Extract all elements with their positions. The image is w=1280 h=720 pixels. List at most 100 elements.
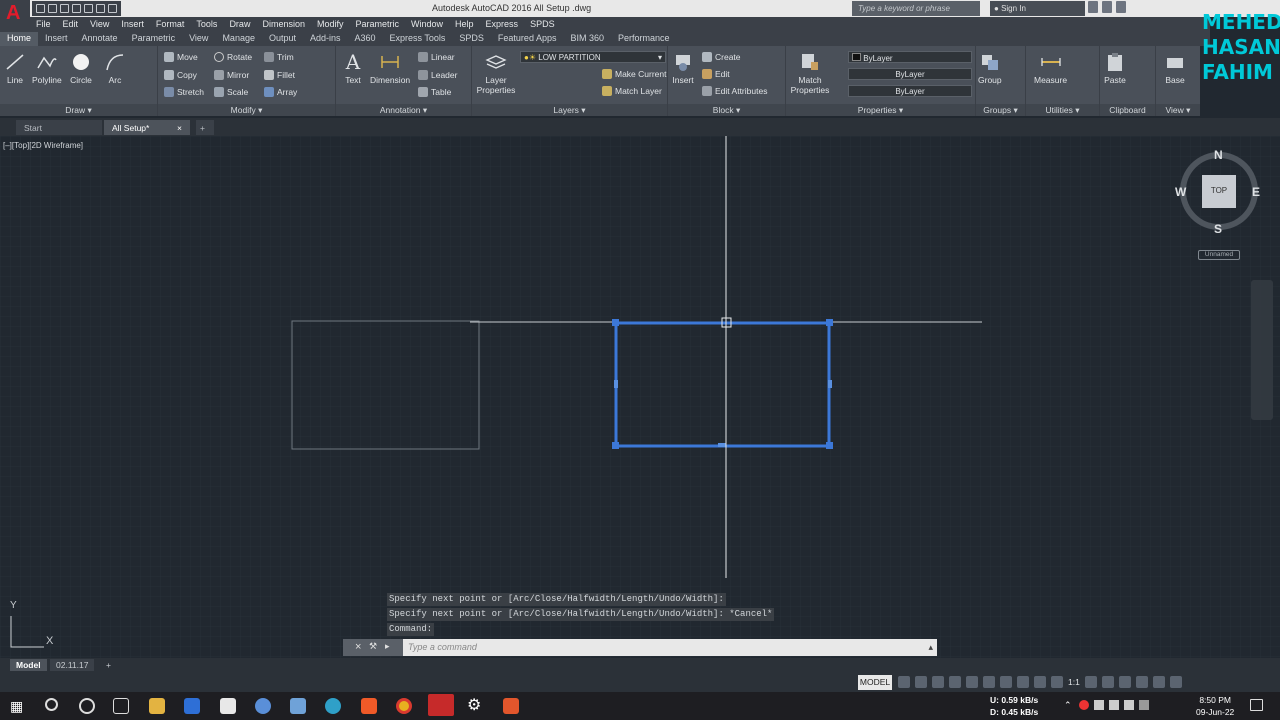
system-tray[interactable]: ⌃: [1064, 700, 1149, 710]
add-layout-button[interactable]: +: [100, 659, 117, 671]
ribbon-tab[interactable]: Featured Apps: [491, 32, 564, 46]
snap-icon[interactable]: [915, 676, 927, 688]
make-current-button[interactable]: Make Current: [602, 69, 667, 79]
application-menu-button[interactable]: A: [0, 0, 30, 32]
navigation-bar[interactable]: [1251, 280, 1273, 420]
transparency-icon[interactable]: [1017, 676, 1029, 688]
command-line[interactable]: × ⚒ ▸ Type a command ▴: [343, 639, 937, 656]
array-tool[interactable]: Array: [264, 87, 297, 97]
dimension-tool[interactable]: Dimension: [370, 52, 410, 85]
trim-tool[interactable]: Trim: [264, 52, 294, 62]
drawing-canvas[interactable]: [0, 136, 1280, 658]
line-tool[interactable]: Line: [4, 52, 26, 85]
chevron-up-icon[interactable]: ▴: [928, 642, 933, 653]
utilities-panel-title[interactable]: Utilities ▾: [1026, 104, 1099, 116]
modify-panel-title[interactable]: Modify ▾: [158, 104, 335, 116]
menu-item[interactable]: SPDS: [524, 17, 561, 32]
match-properties-button[interactable]: Match Properties: [788, 52, 832, 95]
base-view-button[interactable]: Base: [1164, 52, 1186, 85]
office-app-icon[interactable]: [503, 698, 519, 714]
viewcube-south[interactable]: S: [1214, 222, 1222, 236]
isolate-icon[interactable]: [1118, 676, 1131, 688]
fillet-tool[interactable]: Fillet: [264, 70, 295, 80]
close-icon[interactable]: ×: [355, 641, 361, 653]
workspace-gear-icon[interactable]: [1084, 676, 1097, 688]
scale-tool[interactable]: Scale: [214, 87, 248, 97]
edit-attributes-button[interactable]: Edit Attributes: [702, 86, 767, 96]
search-input[interactable]: Type a keyword or phrase: [852, 1, 980, 16]
ribbon-tab[interactable]: BIM 360: [563, 32, 611, 46]
lineweight-icon[interactable]: [1000, 676, 1012, 688]
viewcube-west[interactable]: W: [1175, 185, 1186, 199]
polyline-tool[interactable]: Polyline: [32, 52, 62, 85]
menu-item[interactable]: Format: [150, 17, 191, 32]
ribbon-tab[interactable]: Output: [262, 32, 303, 46]
start-tab[interactable]: Start: [16, 120, 102, 135]
ribbon-tab[interactable]: SPDS: [452, 32, 491, 46]
viewport-controls[interactable]: [–][Top][2D Wireframe]: [3, 141, 83, 150]
linetype-dropdown[interactable]: ByLayer: [848, 68, 972, 80]
cart-icon[interactable]: [1102, 1, 1112, 13]
ribbon-tab[interactable]: Parametric: [125, 32, 183, 46]
plus-icon[interactable]: [1101, 676, 1114, 688]
ribbon-tab[interactable]: Home: [0, 32, 39, 46]
volume-icon[interactable]: [1109, 700, 1119, 710]
menu-item[interactable]: Draw: [223, 17, 256, 32]
layer-dropdown[interactable]: ●☀ LOW PARTITION ▾: [520, 51, 666, 63]
ribbon-tab[interactable]: Insert: [38, 32, 75, 46]
draw-panel-title[interactable]: Draw ▾: [0, 104, 157, 116]
help-icon[interactable]: [1116, 1, 1126, 13]
leader-dropdown[interactable]: Leader: [418, 70, 457, 80]
ribbon-tab[interactable]: Express Tools: [383, 32, 453, 46]
menu-item[interactable]: Parametric: [350, 17, 406, 32]
grid-icon[interactable]: [898, 676, 910, 688]
edge-icon[interactable]: [325, 698, 341, 714]
menu-item[interactable]: Modify: [311, 17, 350, 32]
drawing-tab[interactable]: All Setup* ×: [104, 120, 190, 135]
move-tool[interactable]: Move: [164, 52, 198, 62]
edit-block-button[interactable]: Edit: [702, 69, 730, 79]
undo-icon[interactable]: [96, 4, 105, 13]
block-panel-title[interactable]: Block ▾: [668, 104, 785, 116]
notification-icon[interactable]: [1250, 699, 1263, 711]
viewcube-face-label[interactable]: TOP: [1203, 186, 1235, 195]
open-icon[interactable]: [48, 4, 57, 13]
search-icon[interactable]: [45, 698, 58, 711]
layer-properties-button[interactable]: Layer Properties: [474, 52, 518, 95]
exchange-icon[interactable]: [1088, 1, 1098, 13]
taskbar-clock[interactable]: 8:50 PM 09-Jun-22: [1196, 694, 1234, 718]
calculator-icon[interactable]: [184, 698, 200, 714]
autocad-taskbar-icon[interactable]: [428, 694, 454, 716]
menu-item[interactable]: Help: [449, 17, 480, 32]
table-tool[interactable]: Table: [418, 87, 451, 97]
arc-tool[interactable]: Arc: [104, 52, 126, 85]
wrench-icon[interactable]: ⚒: [369, 641, 377, 652]
properties-panel-title[interactable]: Properties ▾: [786, 104, 975, 116]
file-explorer-icon[interactable]: [149, 698, 165, 714]
ribbon-tab[interactable]: Annotate: [75, 32, 125, 46]
network-icon[interactable]: [1094, 700, 1104, 710]
settings-icon[interactable]: ⚙: [467, 698, 483, 714]
redo-icon[interactable]: [108, 4, 117, 13]
ribbon-tab[interactable]: Performance: [611, 32, 677, 46]
ucs-menu[interactable]: Unnamed: [1198, 250, 1240, 260]
polar-icon[interactable]: [949, 676, 961, 688]
annotation-visibility-icon[interactable]: [1051, 676, 1063, 688]
ribbon-tab[interactable]: Manage: [215, 32, 262, 46]
match-layer-button[interactable]: Match Layer: [602, 86, 662, 96]
insert-block-button[interactable]: Insert: [672, 52, 694, 85]
hardware-acceleration-icon[interactable]: [1135, 676, 1148, 688]
lineweight-dropdown[interactable]: ByLayer: [848, 85, 972, 97]
clipboard-panel-title[interactable]: Clipboard: [1100, 104, 1155, 116]
close-icon[interactable]: ×: [177, 123, 182, 133]
menu-item[interactable]: Insert: [115, 17, 150, 32]
group-button[interactable]: Group: [978, 52, 1002, 85]
viewcube-north[interactable]: N: [1214, 148, 1223, 162]
brave-icon[interactable]: [361, 698, 377, 714]
paste-button[interactable]: Paste: [1104, 52, 1126, 85]
ribbon-tab[interactable]: A360: [348, 32, 383, 46]
stretch-tool[interactable]: Stretch: [164, 87, 204, 97]
menu-item[interactable]: Express: [480, 17, 525, 32]
layers-panel-title[interactable]: Layers ▾: [472, 104, 667, 116]
linear-dropdown[interactable]: Linear: [418, 52, 455, 62]
